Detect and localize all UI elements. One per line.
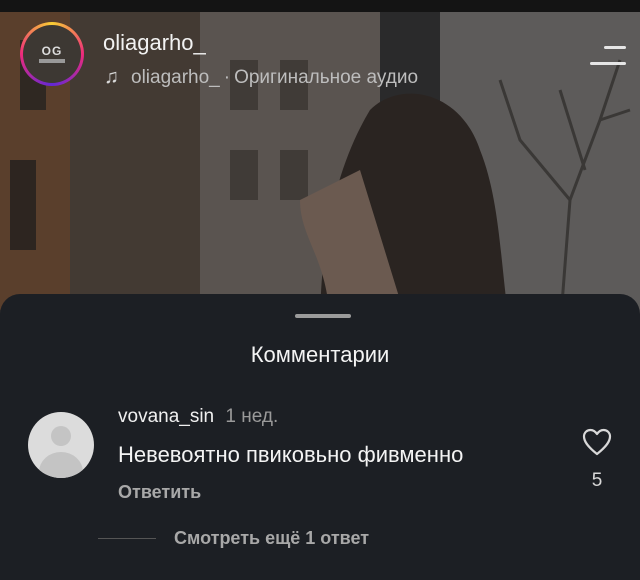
avatar-head-shape <box>51 426 71 446</box>
audio-separator: · <box>223 66 231 88</box>
avatar-logo-decoration <box>39 59 65 63</box>
avatar-shoulders-shape <box>39 452 83 478</box>
avatar-logo-text: OG <box>41 44 63 58</box>
commenter-avatar[interactable] <box>28 412 94 478</box>
menu-line-bottom <box>590 62 626 65</box>
replies-divider <box>98 538 156 539</box>
reel-video[interactable] <box>0 0 640 330</box>
comments-sheet: Комментарии vovana_sin 1 нед. Невевоятно… <box>0 294 640 580</box>
menu-line-top <box>604 46 626 49</box>
view-more-replies-button[interactable]: Смотреть ещё 1 ответ <box>174 528 369 549</box>
heart-icon[interactable] <box>582 428 612 456</box>
sheet-drag-handle[interactable] <box>295 314 351 318</box>
reply-button[interactable]: Ответить <box>118 482 201 503</box>
menu-icon[interactable] <box>590 46 626 68</box>
audio-link[interactable]: ♫ oliagarho_ · Оригинальное аудио <box>104 66 418 89</box>
author-username[interactable]: oliagarho_ <box>103 30 206 56</box>
author-avatar[interactable]: OG <box>20 22 84 86</box>
audio-title: Оригинальное аудио <box>234 66 419 88</box>
comment-username[interactable]: vovana_sin <box>118 406 214 427</box>
status-bar-shade <box>0 0 640 12</box>
comment-header: vovana_sin 1 нед. <box>118 406 278 428</box>
sheet-title: Комментарии <box>250 342 390 367</box>
comment-text: Невевоятно пвиковьно фивменно <box>118 442 464 467</box>
music-note-icon: ♫ <box>104 66 119 88</box>
audio-artist: oliagarho_ <box>131 66 220 88</box>
video-frame <box>0 0 640 330</box>
comment-timestamp: 1 нед. <box>225 406 279 427</box>
like-count: 5 <box>591 470 603 491</box>
avatar-logo: OG <box>23 25 81 83</box>
